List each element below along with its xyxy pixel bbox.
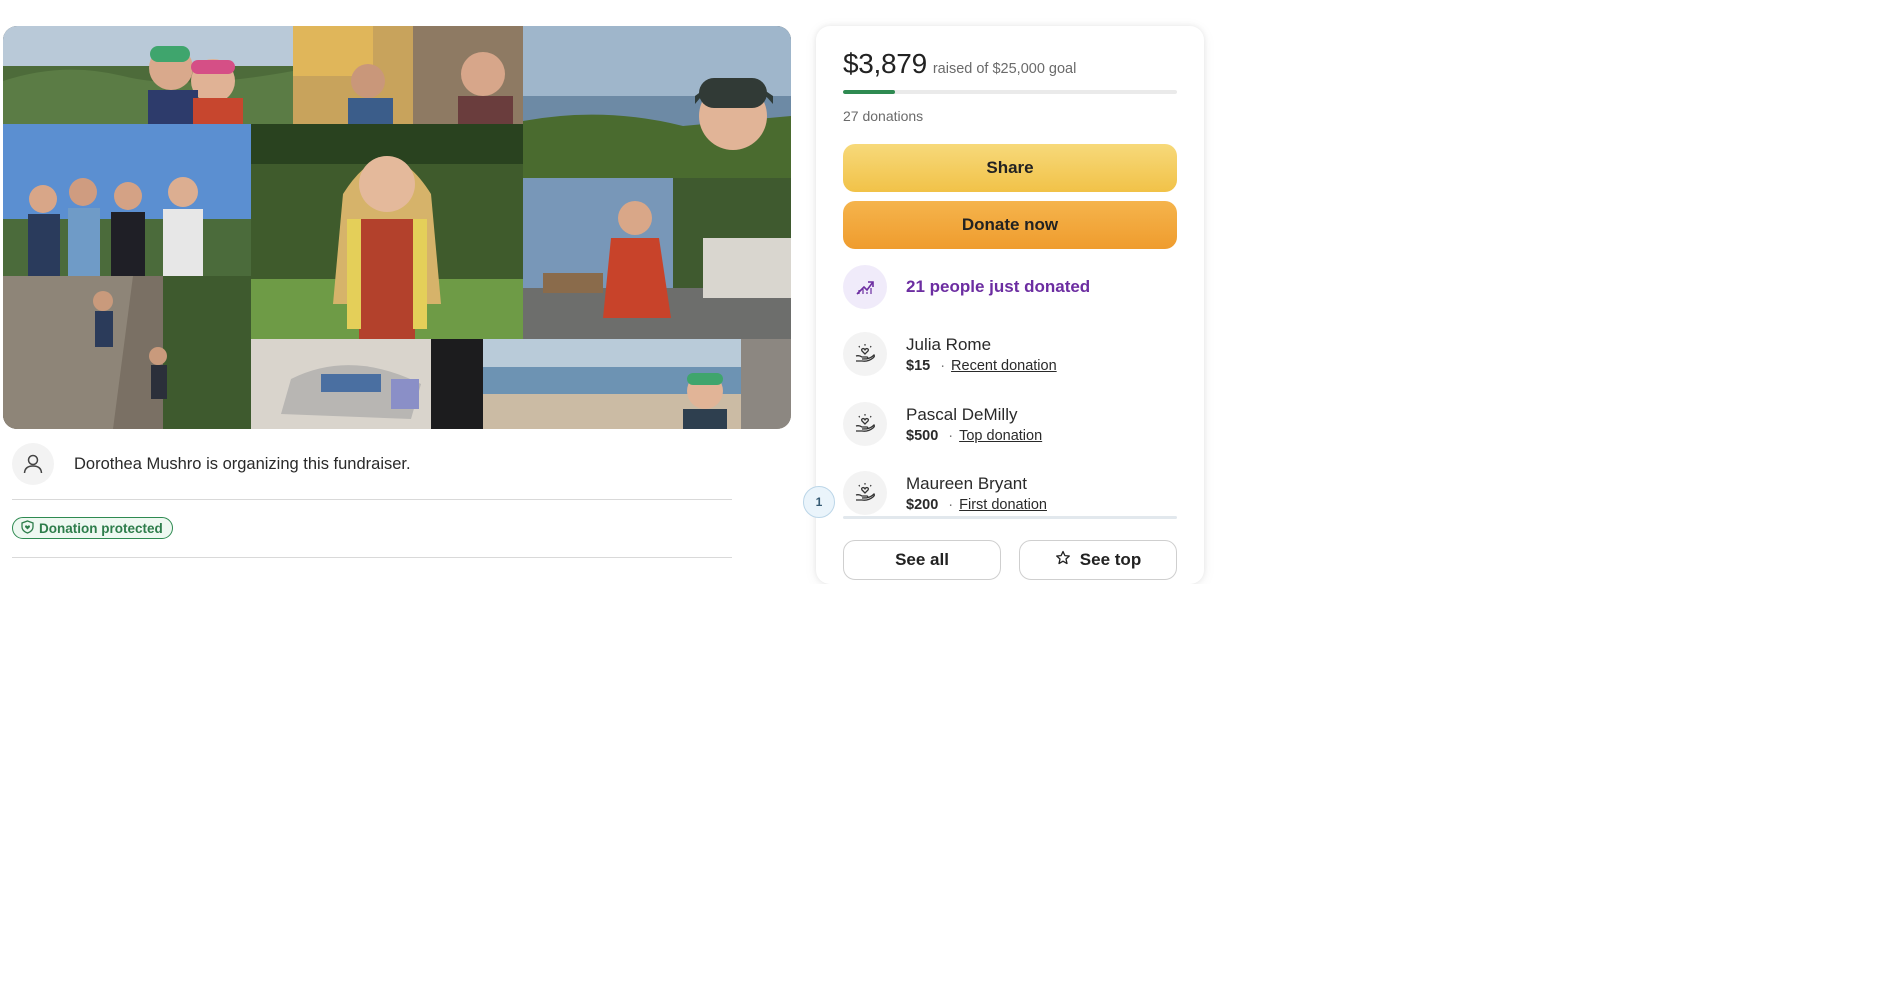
collage-photo <box>523 178 791 339</box>
user-outline-icon <box>12 443 54 485</box>
collage-photo <box>251 339 483 429</box>
raised-amount: $3,879 <box>843 48 927 79</box>
raised-goal: raised of $25,000 goal <box>932 61 1077 77</box>
donation-tag-link[interactable]: First donation <box>959 497 1047 513</box>
trending-up-icon <box>843 265 887 309</box>
donation-amount: $200 <box>906 497 939 513</box>
star-outline-icon <box>1055 550 1071 571</box>
donation-item: Maureen Bryant $200 · First donation <box>843 470 1177 516</box>
collage-photo <box>523 26 791 178</box>
recent-donors-trend: 21 people just donated <box>843 264 1177 310</box>
donor-name: Pascal DeMilly <box>906 405 1018 424</box>
trend-text: 21 people just donated <box>906 277 1091 296</box>
step-marker: 1 <box>803 486 835 518</box>
donor-name: Maureen Bryant <box>906 474 1027 493</box>
see-all-button[interactable]: See all <box>843 540 1001 580</box>
organizer-row: Dorothea Mushro is organizing this fundr… <box>12 443 732 485</box>
collage-photo <box>293 26 523 124</box>
divider <box>12 499 732 500</box>
hand-heart-icon <box>843 332 887 376</box>
donation-item: Pascal DeMilly $500 · Top donation <box>843 401 1177 447</box>
donation-amount: $15 <box>906 358 931 374</box>
shield-heart-icon <box>21 519 34 537</box>
see-all-label: See all <box>895 550 949 569</box>
donate-now-button[interactable]: Donate now <box>843 201 1177 249</box>
divider <box>12 557 732 558</box>
page-cutoff <box>808 584 1218 1004</box>
raised-summary: $3,879 raised of $25,000 goal <box>843 48 1177 80</box>
hand-heart-icon <box>843 471 887 515</box>
donation-protected-badge[interactable]: Donation protected <box>12 517 173 539</box>
collage-photo <box>251 124 523 339</box>
hand-heart-icon <box>843 402 887 446</box>
donation-card: $3,879 raised of $25,000 goal 27 donatio… <box>803 26 1204 584</box>
donation-count: 27 donations <box>843 108 924 124</box>
donation-tag-link[interactable]: Recent donation <box>951 358 1057 374</box>
donation-tag-link[interactable]: Top donation <box>959 428 1042 444</box>
collage-photo <box>483 339 791 429</box>
organizer-text: Dorothea Mushro is organizing this fundr… <box>74 454 411 473</box>
donation-amount: $500 <box>906 428 939 444</box>
share-button[interactable]: Share <box>843 144 1177 192</box>
progress-fill <box>843 90 895 94</box>
see-top-button[interactable]: See top <box>1019 540 1177 580</box>
donation-item: Julia Rome $15 · Recent donation <box>843 331 1177 377</box>
collage-photo <box>3 276 251 429</box>
collage-photo <box>3 26 293 124</box>
donor-name: Julia Rome <box>906 335 992 354</box>
donation-list-actions: See all See top <box>843 540 1177 580</box>
photo-collage[interactable] <box>3 26 791 429</box>
see-top-label: See top <box>1079 550 1142 569</box>
list-scroll-indicator <box>843 516 1177 519</box>
progress-bar <box>843 90 1177 94</box>
collage-photo <box>3 124 251 276</box>
badge-label: Donation protected <box>39 520 163 536</box>
